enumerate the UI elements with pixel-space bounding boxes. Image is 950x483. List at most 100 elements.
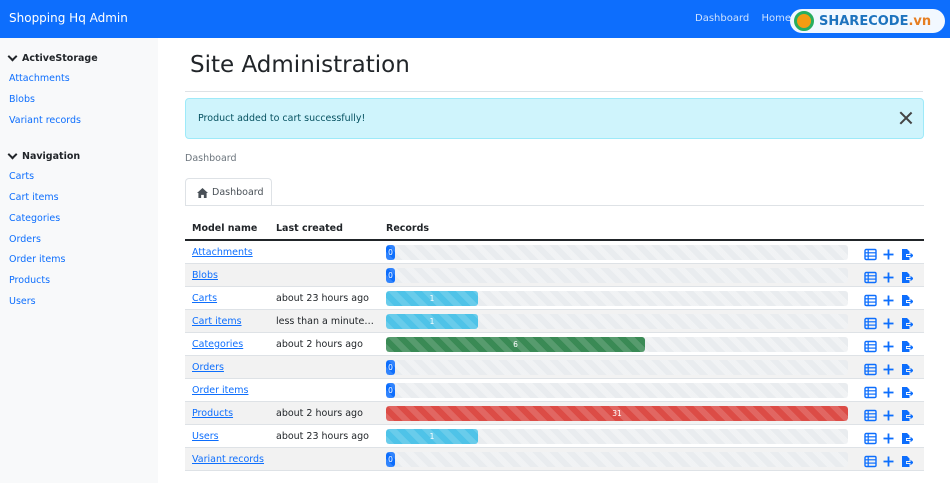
records-progress: 0 (386, 383, 848, 398)
model-name-link[interactable]: Cart items (192, 316, 242, 327)
model-name-link[interactable]: Orders (192, 362, 224, 373)
records-bar: 0 (386, 452, 395, 467)
export-icon[interactable] (900, 407, 914, 421)
row-actions (864, 361, 918, 376)
model-name-link[interactable]: Order items (192, 385, 248, 396)
last-created: about 2 hours ago (276, 408, 363, 419)
tab-dashboard[interactable]: Dashboard (185, 178, 272, 206)
export-icon[interactable] (900, 430, 914, 444)
tab-label: Dashboard (212, 187, 264, 198)
table-row: Variant records 0 (185, 448, 924, 471)
records-bar: 1 (386, 429, 478, 444)
model-name-link[interactable]: Attachments (192, 247, 253, 258)
sidebar-item-orders[interactable]: Orders (9, 234, 41, 245)
list-icon[interactable] (864, 292, 877, 307)
table-row: Cart items less than a minute ago 1 (185, 310, 924, 333)
model-name-link[interactable]: Users (192, 431, 219, 442)
tab-divider (185, 205, 924, 206)
sidebar-item-categories[interactable]: Categories (9, 213, 60, 224)
plus-icon[interactable] (882, 453, 895, 467)
sidebar-section-activestorage[interactable]: ActiveStorage (7, 51, 98, 64)
export-icon[interactable] (900, 338, 914, 352)
records-bar: 0 (386, 360, 395, 375)
list-icon[interactable] (864, 269, 877, 284)
export-icon[interactable] (900, 292, 914, 306)
row-actions (864, 384, 918, 399)
success-alert: Product added to cart successfully! (185, 98, 924, 139)
list-icon[interactable] (864, 361, 877, 376)
main-content: Site Administration Product added to car… (158, 38, 950, 483)
model-name-link[interactable]: Categories (192, 339, 243, 350)
plus-icon[interactable] (882, 338, 895, 352)
records-bar: 0 (386, 383, 395, 398)
model-name-link[interactable]: Carts (192, 293, 217, 304)
export-icon[interactable] (900, 315, 914, 329)
plus-icon[interactable] (882, 361, 895, 375)
row-actions (864, 453, 918, 468)
plus-icon[interactable] (882, 384, 895, 398)
export-icon[interactable] (900, 269, 914, 283)
column-header-last-created[interactable]: Last created (276, 223, 343, 234)
plus-icon[interactable] (882, 315, 895, 329)
records-bar: 1 (386, 314, 478, 329)
records-bar: 6 (386, 337, 645, 352)
plus-icon[interactable] (882, 246, 895, 260)
chevron-down-icon (7, 51, 18, 62)
records-progress: 0 (386, 360, 848, 375)
last-created: about 23 hours ago (276, 293, 369, 304)
sidebar-section-navigation[interactable]: Navigation (7, 149, 80, 162)
logo-text-suffix: .vn (908, 13, 932, 29)
export-icon[interactable] (900, 453, 914, 467)
list-icon[interactable] (864, 453, 877, 468)
sharecode-logo: SHARECODE.vn (790, 9, 945, 33)
nav-link-dashboard[interactable]: Dashboard (695, 13, 749, 24)
last-created: about 2 hours ago (276, 339, 363, 350)
list-icon[interactable] (864, 407, 877, 422)
list-icon[interactable] (864, 338, 877, 353)
export-icon[interactable] (900, 246, 914, 260)
records-progress: 0 (386, 245, 848, 260)
model-name-link[interactable]: Products (192, 408, 233, 419)
row-actions (864, 430, 918, 445)
sidebar-item-blobs[interactable]: Blobs (9, 94, 35, 105)
row-actions (864, 407, 918, 422)
table-row: Orders 0 (185, 356, 924, 379)
records-progress: 0 (386, 452, 848, 467)
plus-icon[interactable] (882, 407, 895, 421)
home-icon (197, 187, 208, 198)
column-header-records[interactable]: Records (386, 223, 429, 234)
model-name-link[interactable]: Blobs (192, 270, 218, 281)
last-created: about 23 hours ago (276, 431, 369, 442)
records-bar: 0 (386, 268, 395, 283)
table-row: Products about 2 hours ago 31 (185, 402, 924, 425)
brand-title[interactable]: Shopping Hq Admin (9, 11, 128, 25)
divider (185, 91, 923, 92)
sidebar-item-attachments[interactable]: Attachments (9, 73, 70, 84)
breadcrumb[interactable]: Dashboard (185, 153, 237, 164)
list-icon[interactable] (864, 246, 877, 261)
model-name-link[interactable]: Variant records (192, 454, 264, 465)
sidebar-item-users[interactable]: Users (9, 296, 36, 307)
export-icon[interactable] (900, 384, 914, 398)
plus-icon[interactable] (882, 430, 895, 444)
table-row: Blobs 0 (185, 264, 924, 287)
sidebar-item-cart-items[interactable]: Cart items (9, 192, 59, 203)
records-progress: 6 (386, 337, 848, 352)
plus-icon[interactable] (882, 292, 895, 306)
table-row: Order items 0 (185, 379, 924, 402)
row-actions (864, 315, 918, 330)
nav-link-home[interactable]: Home (761, 13, 791, 24)
sidebar-item-products[interactable]: Products (9, 275, 50, 286)
sidebar-item-carts[interactable]: Carts (9, 171, 34, 182)
export-icon[interactable] (900, 361, 914, 375)
column-header-model-name[interactable]: Model name (192, 223, 257, 234)
list-icon[interactable] (864, 430, 877, 445)
plus-icon[interactable] (882, 269, 895, 283)
list-icon[interactable] (864, 384, 877, 399)
close-icon[interactable] (899, 111, 913, 125)
table-row: Categories about 2 hours ago 6 (185, 333, 924, 356)
logo-icon (794, 11, 814, 31)
sidebar-item-variant-records[interactable]: Variant records (9, 115, 81, 126)
list-icon[interactable] (864, 315, 877, 330)
sidebar-item-order-items[interactable]: Order items (9, 254, 65, 265)
